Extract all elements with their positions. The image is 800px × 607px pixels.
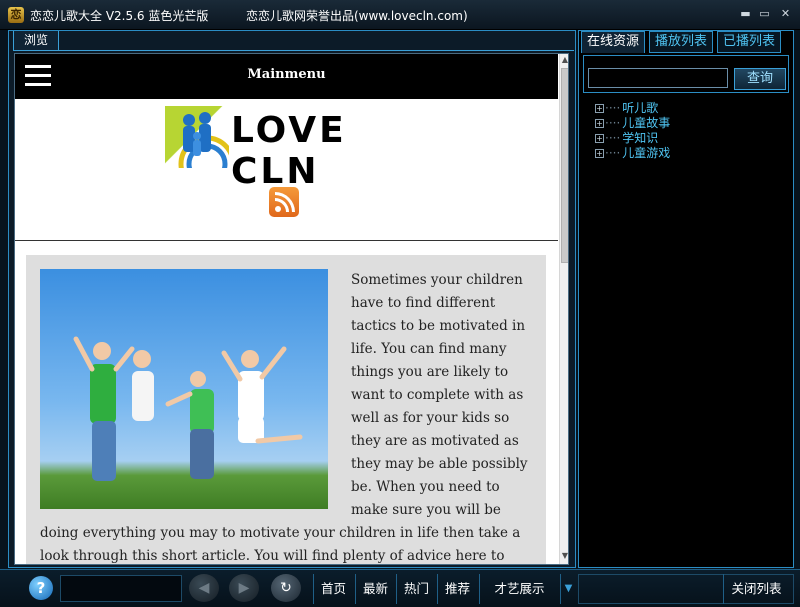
window-title: 恋恋儿歌大全 V2.5.6 蓝色光芒版: [30, 9, 209, 23]
help-icon[interactable]: ?: [29, 576, 53, 600]
header-divider: [15, 240, 558, 241]
tree-item-songs[interactable]: + ···· 听儿歌: [595, 101, 670, 116]
tree-connector: ····: [605, 146, 621, 160]
close-list-button[interactable]: 关闭列表: [723, 574, 789, 604]
tree-item-games[interactable]: + ···· 儿童游戏: [595, 146, 670, 161]
search-button[interactable]: 查询: [734, 68, 786, 90]
rss-feed-icon[interactable]: [269, 187, 299, 217]
more-dropdown-icon[interactable]: ▼: [560, 574, 576, 604]
article-block: Sometimes your children have to find dif…: [26, 255, 546, 564]
scroll-up-arrow-icon[interactable]: ▲: [560, 54, 568, 66]
recommend-link[interactable]: 推荐: [437, 574, 477, 604]
tree-item-stories[interactable]: + ···· 儿童故事: [595, 116, 670, 131]
forward-button[interactable]: ▶: [229, 574, 259, 602]
tree-connector: ····: [605, 131, 621, 145]
tree-item-label[interactable]: 学知识: [622, 131, 658, 145]
vertical-scrollbar[interactable]: ▲ ▼: [559, 54, 568, 564]
logo-text: LOVE CLN: [231, 110, 347, 192]
search-row: 查询: [583, 55, 789, 93]
back-button[interactable]: ◀: [189, 574, 219, 602]
expand-icon[interactable]: +: [595, 119, 604, 128]
scroll-down-arrow-icon[interactable]: ▼: [560, 550, 568, 562]
hot-link[interactable]: 热门: [396, 574, 436, 604]
talent-show-link[interactable]: 才艺展示: [479, 574, 559, 604]
tree-item-label[interactable]: 听儿歌: [622, 101, 658, 115]
maximize-button[interactable]: ▭: [757, 7, 772, 21]
tab-playlist[interactable]: 播放列表: [649, 31, 713, 53]
site-logo[interactable]: LOVE CLN: [165, 104, 405, 193]
tree-item-label[interactable]: 儿童故事: [622, 116, 670, 130]
expand-icon[interactable]: +: [595, 104, 604, 113]
tree-connector: ····: [605, 116, 621, 130]
article-text: Sometimes your children have to find dif…: [40, 272, 528, 564]
resource-panel: 在线资源 播放列表 已播列表 查询 + ···· 听儿歌 + ···· 儿童故事 + ··…: [578, 30, 794, 568]
expand-icon[interactable]: +: [595, 134, 604, 143]
tree-item-label[interactable]: 儿童游戏: [622, 146, 670, 160]
resource-tree: + ···· 听儿歌 + ···· 儿童故事 + ···· 学知识 + ···· 儿童游戏: [595, 101, 670, 161]
tab-strip: [59, 31, 574, 51]
home-link[interactable]: 首页: [313, 574, 353, 604]
publisher-text: 恋恋儿歌网荣誉出品(www.lovecln.com): [246, 9, 468, 23]
browser-panel: 浏览 Mainmenu LOVE CLN Sometimes your chil…: [8, 30, 576, 568]
family-logo-icon: [165, 106, 236, 193]
menu-title[interactable]: Mainmenu: [15, 67, 558, 82]
refresh-button[interactable]: ↻: [271, 574, 301, 602]
tree-item-knowledge[interactable]: + ···· 学知识: [595, 131, 670, 146]
minimize-button[interactable]: ▬: [738, 7, 753, 21]
newest-link[interactable]: 最新: [355, 574, 395, 604]
expand-icon[interactable]: +: [595, 149, 604, 158]
web-viewport[interactable]: Mainmenu LOVE CLN Sometimes your childre…: [14, 53, 569, 565]
close-button[interactable]: ✕: [778, 7, 793, 21]
tab-played-list[interactable]: 已播列表: [717, 31, 781, 53]
bottom-toolbar: ? ◀ ▶ ↻ 首页 最新 热门 推荐 才艺展示 ▼ 关闭列表: [0, 569, 800, 607]
tree-connector: ····: [605, 101, 621, 115]
scroll-thumb[interactable]: [561, 68, 568, 263]
tab-browse[interactable]: 浏览: [13, 31, 59, 51]
tab-online-resources[interactable]: 在线资源: [581, 31, 645, 53]
status-box: [60, 575, 182, 602]
app-icon: 恋: [8, 7, 24, 23]
site-menubar: Mainmenu: [15, 54, 558, 99]
title-bar: 恋 恋恋儿歌大全 V2.5.6 蓝色光芒版 恋恋儿歌网荣誉出品(www.love…: [0, 0, 800, 30]
search-input[interactable]: [588, 68, 728, 88]
